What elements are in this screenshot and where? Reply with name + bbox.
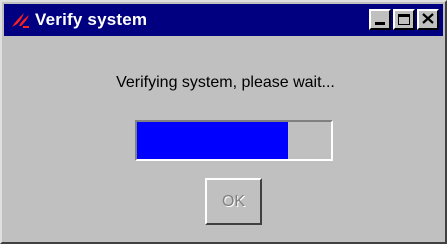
close-button[interactable] bbox=[417, 9, 439, 30]
minimize-button[interactable] bbox=[369, 9, 391, 30]
progress-fill bbox=[137, 122, 289, 159]
window-title: Verify system bbox=[35, 10, 148, 29]
close-icon bbox=[422, 11, 434, 29]
progress-bar bbox=[135, 120, 333, 161]
status-message: Verifying system, please wait... bbox=[116, 74, 335, 91]
tk-feather-icon bbox=[10, 10, 32, 30]
title-bar[interactable]: Verify system bbox=[4, 4, 443, 36]
ok-button[interactable]: OK bbox=[205, 178, 262, 225]
minimize-icon bbox=[375, 22, 385, 25]
verify-system-window: Verify system Verifying system, please w… bbox=[0, 0, 447, 244]
maximize-icon bbox=[398, 14, 410, 25]
maximize-button[interactable] bbox=[393, 9, 415, 30]
window-controls bbox=[369, 9, 439, 30]
